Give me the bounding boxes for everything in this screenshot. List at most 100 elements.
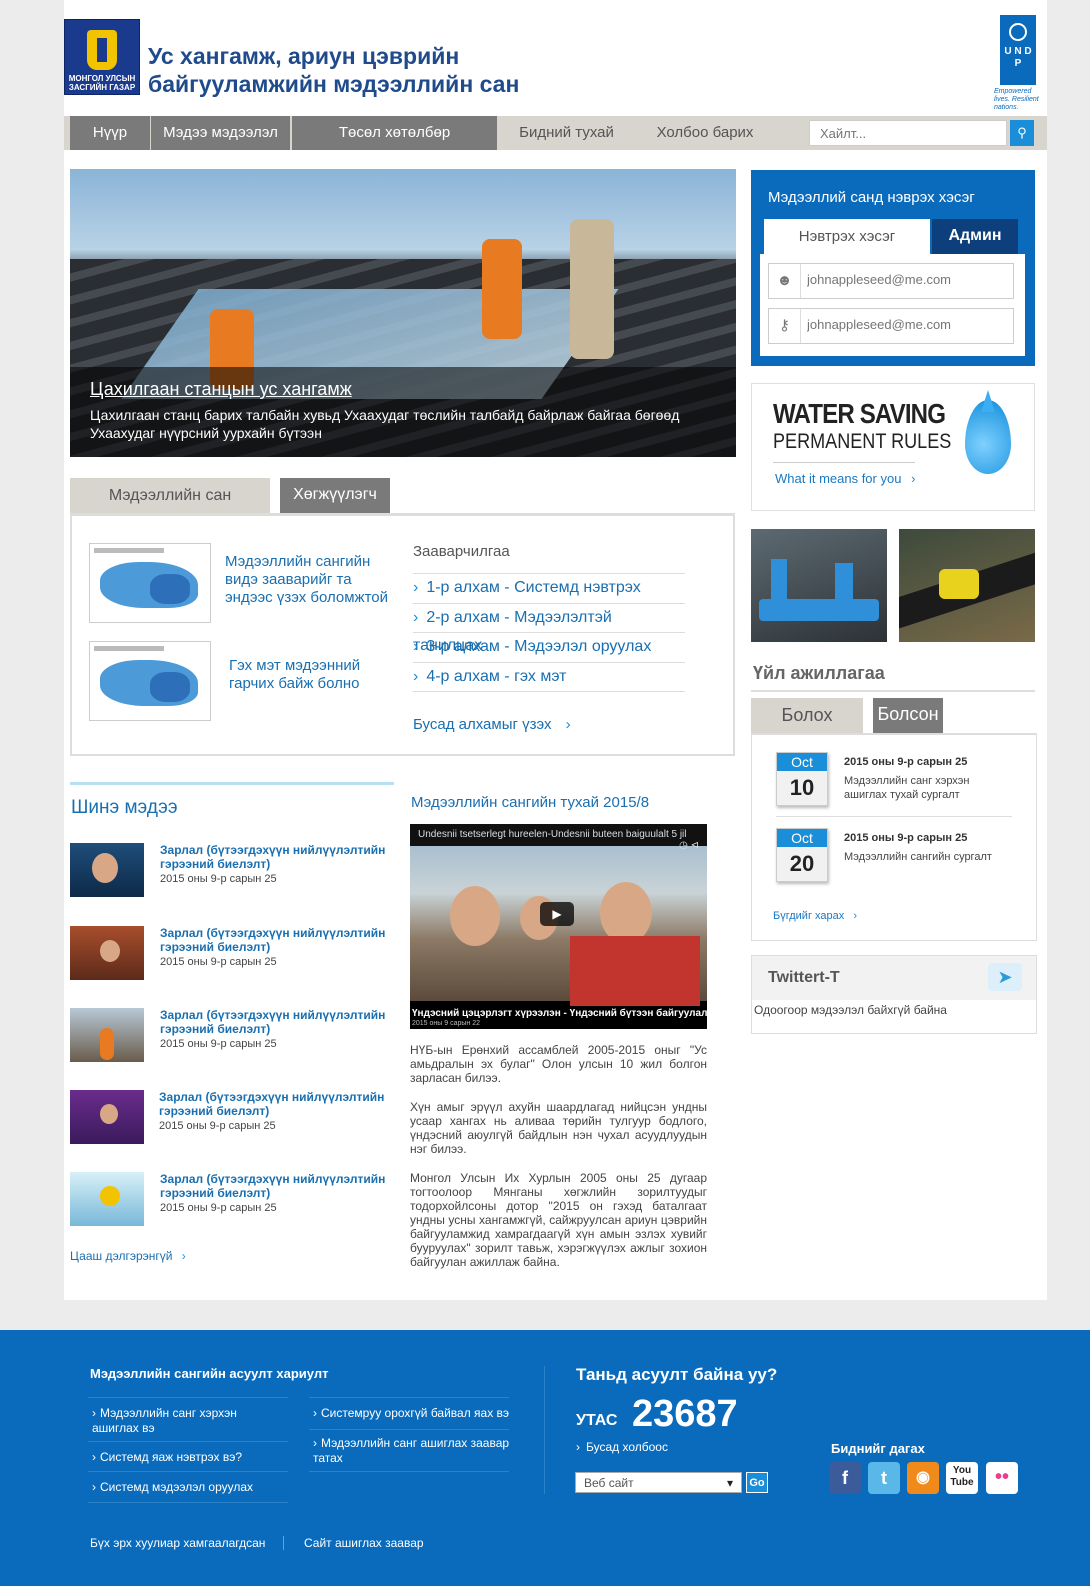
nav-item-projects[interactable]: Төсөл хөтөлбөр [292,116,497,150]
flickr-icon[interactable]: •• [986,1462,1018,1494]
news-headline-link[interactable]: Гэх мэт мэдээнний гарчих байж болно [229,657,379,693]
tab-admin-login[interactable]: Админ [932,219,1018,254]
project-photo-pipes[interactable] [751,529,887,642]
faq-link[interactable]: › Системд мэдээлэл оруулах [92,1480,253,1495]
map-shape [150,574,190,604]
go-button[interactable]: Go [746,1472,768,1493]
guide-step[interactable]: › 2-р алхам - Мэдээлэлтэй танилцах [413,603,685,654]
username-field[interactable]: ☻ [768,263,1014,299]
faq-link[interactable]: › Мэдээллийн санг хэрхэн ашиглах вэ [92,1406,262,1436]
clock-share-icon[interactable]: ◷ ⊲ [679,840,699,851]
news-headline[interactable]: Зарлал (бүтээгдэхүүн нийлүүлэлтийн гэрээ… [160,926,390,954]
guide-step[interactable]: › 4-р алхам - гэх мэт [413,662,685,692]
more-steps-link[interactable]: Бусад алхамыг үзэх › [413,716,571,733]
rss-icon[interactable]: ◉ [907,1462,939,1494]
youtube-icon[interactable]: You Tube [946,1462,978,1494]
photo-pipe [771,559,787,619]
divider [751,690,1035,692]
undp-logo[interactable]: U N D P [1000,15,1036,85]
chevron-right-icon: › [413,638,419,655]
news-headline[interactable]: Зарлал (бүтээгдэхүүн нийлүүлэлтийн гэрээ… [160,843,390,871]
video-section-title: Мэдээллийн сангийн тухай 2015/8 [411,794,650,811]
tab-user-login[interactable]: Нэвтрэх хэсэг [764,219,930,254]
footer-divider [309,1429,509,1430]
event-month: Oct [777,753,827,771]
user-icon: ☻ [769,264,801,298]
footer-vertical-divider [544,1366,545,1494]
calendar-icon: Oct 20 [776,828,828,882]
video-person-shirt [570,936,700,1006]
search-input[interactable] [809,120,1007,146]
news-headline[interactable]: Зарлал (бүтээгдэхүүн нийлүүлэлтийн гэрээ… [160,1008,390,1036]
site-title-line1: Ус хангамж, ариун цэврийн [148,43,460,69]
password-field[interactable]: ⚷ [768,308,1014,344]
hero-caption: Цахилгаан станцын ус хангамж Цахилгаан с… [70,367,736,457]
event-date[interactable]: 2015 оны 9-р сарын 25 [844,832,967,844]
step-label: 3-р алхам - Мэдээлэл оруулах [426,638,652,655]
faq-link-label: Системд яаж нэвтрэх вэ? [100,1450,243,1464]
hero-title[interactable]: Цахилгаан станцын ус хангамж [90,379,716,400]
map-thumbnail[interactable] [89,641,211,721]
map-shape [150,672,190,702]
news-more-label: Цааш дэлгэрэнгүй [70,1249,173,1263]
faq-link[interactable]: › Мэдээллийн санг ашиглах заавар татах [313,1436,513,1466]
news-headline[interactable]: Зарлал (бүтээгдэхүүн нийлүүлэлтийн гэрээ… [160,1172,390,1200]
chevron-right-icon: › [92,1406,96,1420]
faq-link[interactable]: › Системд яаж нэвтрэх вэ? [92,1450,242,1465]
question-title: Таньд асуулт байна уу? [576,1365,778,1384]
news-thumbnail[interactable] [70,1172,144,1226]
nav-item-home[interactable]: Нүүр [70,116,150,150]
banner-link[interactable]: What it means for you › [775,471,915,486]
nav-item-about[interactable]: Бидний тухай [499,116,634,150]
tab-upcoming[interactable]: Болох [751,698,863,733]
map-title-bar [94,646,164,651]
news-more-link[interactable]: Цааш дэлгэрэнгүй › [70,1249,186,1263]
event-date[interactable]: 2015 оны 9-р сарын 25 [844,756,967,768]
tab-done[interactable]: Болсон [873,698,943,733]
tab-database[interactable]: Мэдээллийн сан [70,478,270,513]
other-links[interactable]: › Бусад холбоос [576,1440,668,1454]
faq-link-label: Мэдээллийн санг ашиглах заавар татах [313,1436,510,1465]
site-guide-link[interactable]: Сайт ашиглах заавар [304,1536,424,1550]
news-thumbnail[interactable] [70,1008,144,1062]
see-all-link[interactable]: Бүгдийг харах › [773,910,857,922]
tab-developer[interactable]: Хөгжүүлэгч [280,478,390,513]
footer-divider [88,1471,288,1472]
twitter-icon[interactable]: t [868,1462,900,1494]
video-person [600,882,652,944]
nav-item-news[interactable]: Мэдээ мэдээлэл [151,116,290,150]
news-thumbnail[interactable] [70,926,144,980]
banner-link-label: What it means for you [775,471,902,486]
project-photo-welding[interactable] [899,529,1035,642]
guide-step[interactable]: › 3-р алхам - Мэдээлэл оруулах [413,632,685,662]
login-title: Мэдээллий санд нэврэх хэсэг [768,189,975,206]
site-title-line2: байгууламжийн мэдээллийн сан [148,71,520,97]
twitter-empty-text: Одоогоор мэдээлэл байхгүй байна [754,1003,947,1017]
banner-title: WATER SAVING [773,398,946,429]
see-all-label: Бүгдийг харах [773,910,845,922]
facebook-icon[interactable]: f [829,1462,861,1494]
news-headline[interactable]: Зарлал (бүтээгдэхүүн нийлүүлэлтийн гэрээ… [159,1090,389,1118]
password-input[interactable] [807,317,1007,332]
site-title[interactable]: Ус хангамж, ариун цэврийн байгууламжийн … [148,42,519,98]
phone-number[interactable]: 23687 [632,1393,738,1436]
map-thumbnail[interactable] [89,543,211,623]
soyombo-emblem-icon [87,30,117,70]
guide-step[interactable]: › 1-р алхам - Системд нэвтрэх [413,573,685,603]
username-input[interactable] [807,272,1007,287]
news-thumbnail[interactable] [70,1090,144,1144]
photo-pipe [835,563,853,619]
news-thumbnail[interactable] [70,843,144,897]
nav-item-contact[interactable]: Холбоо барих [636,116,774,150]
video-titlebar: Undesnii tsetserlegt hureelen-Undesnii b… [410,824,707,851]
banner-divider [773,462,915,463]
twitter-bird-icon[interactable]: ➤ [988,963,1022,991]
video-guide-link[interactable]: Мэдээллийн сангийн видэ зааварийг та энд… [225,553,390,607]
website-select[interactable]: Веб сайт ▾ [575,1472,742,1493]
twitter-title: Twittert-T [768,969,840,986]
more-steps-label: Бусад алхамыг үзэх [413,716,552,733]
search-button[interactable]: ⚲ [1010,120,1034,146]
government-logo[interactable]: МОНГОЛ УЛСЫН ЗАСГИЙН ГАЗАР [64,19,140,95]
faq-link[interactable]: › Системруу орохгүй байвал яах вэ [313,1406,509,1421]
play-icon[interactable]: ▶ [540,902,574,926]
